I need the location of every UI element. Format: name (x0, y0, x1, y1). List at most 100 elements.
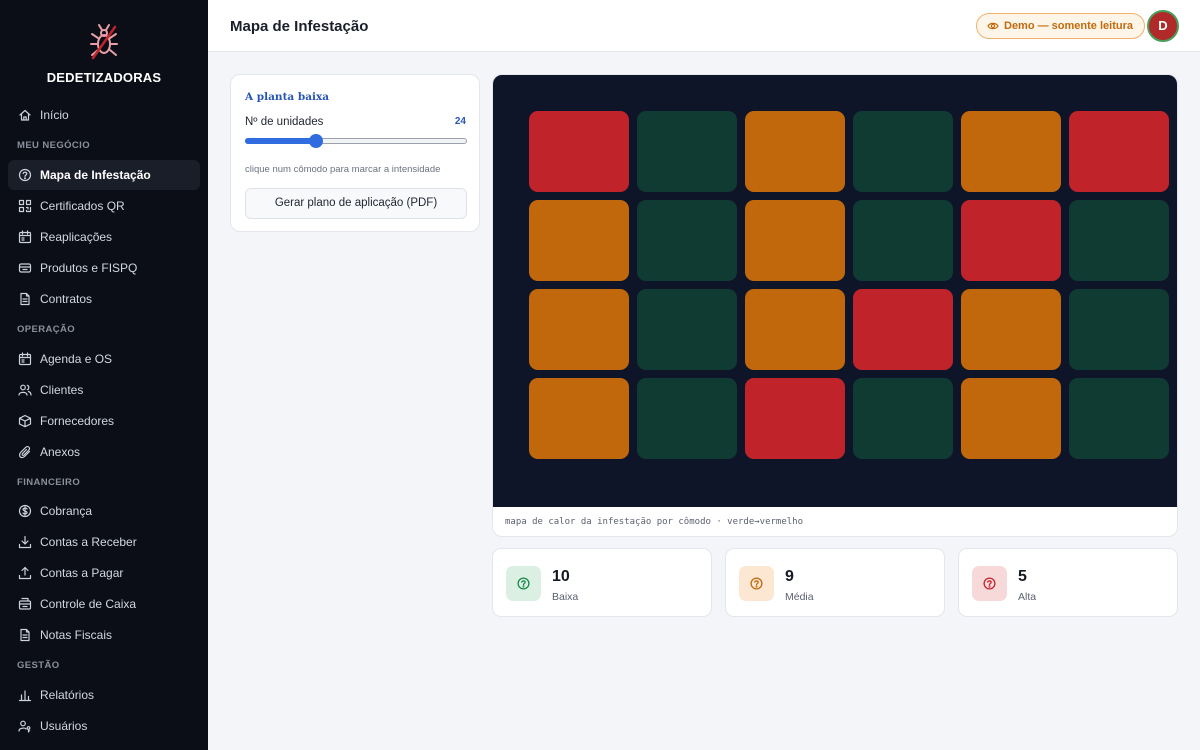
bar-chart-icon (18, 690, 32, 702)
room-cell-media[interactable] (529, 200, 629, 281)
sidebar-item-certificados-qr[interactable]: Certificados QR (8, 191, 200, 221)
sidebar-item-inicio[interactable]: Início (8, 100, 200, 130)
room-cell-alta[interactable] (529, 111, 629, 192)
sidebar-item-label: Certificados QR (40, 199, 125, 213)
room-cell-media[interactable] (745, 111, 845, 192)
stat-icon-box (506, 566, 541, 601)
room-cell-baixa[interactable] (637, 289, 737, 370)
room-cell-media[interactable] (529, 378, 629, 459)
sidebar-item-label: Mapa de Infestação (40, 168, 151, 182)
room-cell-baixa[interactable] (637, 200, 737, 281)
sidebar-item-contas-a-pagar[interactable]: Contas a Pagar (8, 558, 200, 588)
sidebar-item-label: Usuários (40, 719, 88, 733)
room-cell-media[interactable] (745, 289, 845, 370)
sidebar-item-contas-a-receber[interactable]: Contas a Receber (8, 527, 200, 557)
stat-value: 10 (552, 568, 570, 585)
sidebar-item-mapa-de-infestacao[interactable]: Mapa de Infestação (8, 160, 200, 190)
sidebar-item-cobranca[interactable]: Cobrança (8, 496, 200, 526)
stat-value: 9 (785, 568, 794, 585)
eye-icon (987, 22, 999, 30)
room-cell-baixa[interactable] (1069, 200, 1169, 281)
brand-name: DEDETIZADORAS (46, 70, 162, 85)
demo-readonly-badge[interactable]: Demo — somente leitura (976, 13, 1145, 39)
room-cell-baixa[interactable] (1069, 289, 1169, 370)
sidebar-item-label: Agenda e OS (40, 352, 113, 366)
sidebar-item-label: Controle de Caixa (40, 597, 137, 611)
calendar-icon (18, 230, 32, 244)
room-cell-alta[interactable] (853, 289, 953, 370)
room-cell-baixa[interactable] (853, 111, 953, 192)
home-icon (19, 109, 31, 121)
help-circle-icon (18, 168, 32, 182)
slider-fill (245, 138, 316, 144)
sidebar-item-label: Notas Fiscais (40, 628, 113, 642)
sidebar-section-title: OPERAÇÃO (17, 324, 76, 335)
sidebar-item-label: Cobrança (40, 504, 93, 518)
sidebar-item-contratos[interactable]: Contratos (8, 284, 200, 314)
stat-icon-box (972, 566, 1007, 601)
room-cell-alta[interactable] (961, 200, 1061, 281)
sidebar-item-clientes[interactable]: Clientes (8, 375, 200, 405)
avatar[interactable]: D (1147, 10, 1179, 42)
room-cell-baixa[interactable] (1069, 378, 1169, 459)
stat-label: Média (785, 591, 814, 603)
sidebar-item-label: Produtos e FISPQ (40, 261, 138, 275)
room-cell-alta[interactable] (1069, 111, 1169, 192)
sidebar-item-reaplicacoes[interactable]: Reaplicações (8, 222, 200, 252)
sidebar-item-label: Relatórios (40, 688, 95, 702)
room-cell-baixa[interactable] (637, 378, 737, 459)
stat-label: Baixa (552, 591, 579, 603)
help-circle-icon (517, 577, 530, 590)
room-cell-media[interactable] (961, 378, 1061, 459)
room-cell-media[interactable] (961, 289, 1061, 370)
sidebar-section-title: FINANCEIRO (17, 477, 81, 488)
floorplan-panel: A planta baixa Nº de unidades 24 clique … (230, 74, 480, 232)
heatmap-caption: mapa de calor da infestação por cômodo ·… (505, 517, 804, 527)
stat-label: Alta (1018, 591, 1037, 603)
page-title: Mapa de Infestação (230, 18, 369, 35)
qr-code-icon (18, 199, 32, 213)
users-icon (18, 384, 32, 396)
room-cell-baixa[interactable] (853, 200, 953, 281)
sidebar-item-notas-fiscais[interactable]: Notas Fiscais (8, 620, 200, 650)
dollar-circle-icon (18, 504, 32, 518)
sidebar-item-usuarios[interactable]: Usuários (8, 711, 200, 741)
sidebar-item-label: Contratos (40, 292, 93, 306)
sidebar-item-label: Contas a Receber (40, 535, 137, 549)
sidebar-section-title: MEU NEGÓCIO (17, 140, 91, 151)
sidebar-item-agenda-e-os[interactable]: Agenda e OS (8, 344, 200, 374)
help-circle-icon (983, 577, 996, 590)
sidebar-item-controle-de-caixa[interactable]: Controle de Caixa (8, 589, 200, 619)
sidebar-item-produtos-e-fispq[interactable]: Produtos e FISPQ (8, 253, 200, 283)
sidebar-item-anexos[interactable]: Anexos (8, 437, 200, 467)
room-cell-media[interactable] (529, 289, 629, 370)
user-key-icon (18, 720, 31, 733)
generate-pdf-button[interactable]: Gerar plano de aplicação (PDF) (245, 188, 467, 219)
sidebar-item-label: Anexos (40, 445, 81, 459)
bug-logo-icon (90, 24, 118, 60)
document-icon (20, 292, 30, 306)
sidebar-item-relatorios[interactable]: Relatórios (8, 680, 200, 710)
panel-title: A planta baixa (245, 91, 330, 103)
demo-badge-label: Demo — somente leitura (1004, 20, 1133, 32)
stat-card-alta: 5 Alta (958, 548, 1178, 617)
slider-thumb[interactable] (309, 134, 323, 148)
sidebar-item-label: Início (40, 108, 69, 122)
paperclip-icon (18, 445, 31, 459)
room-cell-media[interactable] (961, 111, 1061, 192)
document-icon (20, 628, 30, 642)
room-cell-alta[interactable] (745, 378, 845, 459)
sidebar-item-label: Reaplicações (40, 230, 113, 244)
upload-icon (18, 566, 32, 580)
download-icon (18, 535, 32, 549)
calendar-icon (18, 352, 32, 366)
room-cell-media[interactable] (745, 200, 845, 281)
room-cell-baixa[interactable] (637, 111, 737, 192)
sidebar-item-label: Clientes (40, 383, 84, 397)
room-cell-baixa[interactable] (853, 378, 953, 459)
units-slider[interactable] (245, 133, 467, 149)
stat-value: 5 (1018, 568, 1027, 585)
sidebar-section-title: GESTÃO (17, 660, 60, 671)
heatmap-canvas (493, 75, 1177, 507)
sidebar-item-fornecedores[interactable]: Fornecedores (8, 406, 200, 436)
